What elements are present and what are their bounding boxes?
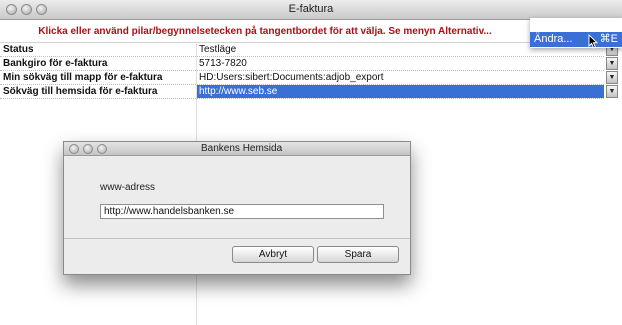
row-value: HD:Users:sibert:Documents:adjob_export [199, 72, 384, 83]
dropdown-button-homepage[interactable]: ▼ [606, 85, 618, 98]
row-value: http://www.seb.se [199, 86, 278, 97]
row-label: Bankgiro för e-faktura [3, 58, 108, 69]
dialog-title: Bankens Hemsida [201, 143, 283, 154]
url-field-label: www-adress [100, 182, 156, 193]
dialog-minimize-button[interactable] [83, 144, 93, 154]
table-row-homepage[interactable]: Sökväg till hemsida för e-faktura http:/… [0, 85, 604, 99]
row-value: Testläge [199, 44, 237, 55]
table-row-folder-path[interactable]: Min sökväg till mapp för e-faktura HD:Us… [0, 71, 604, 85]
dropdown-button-folder-path[interactable]: ▼ [606, 71, 618, 84]
url-input[interactable]: http://www.handelsbanken.se [100, 204, 384, 219]
title-bar: E-faktura [0, 0, 622, 20]
row-value: 5713-7820 [199, 58, 247, 69]
dialog-separator [64, 238, 410, 239]
dialog-zoom-button[interactable] [97, 144, 107, 154]
table-row-bankgiro[interactable]: Bankgiro för e-faktura 5713-7820 [0, 57, 604, 71]
dialog-title-bar: Bankens Hemsida [64, 142, 410, 156]
save-button[interactable]: Spara [317, 246, 399, 263]
triangle-down-icon: ▼ [608, 60, 616, 67]
triangle-down-icon: ▼ [608, 88, 616, 95]
row-label: Sökväg till hemsida för e-faktura [3, 86, 158, 97]
options-popup-menu: Ändra... ⌘E [530, 18, 622, 48]
dialog-close-button[interactable] [69, 144, 79, 154]
window-title: E-faktura [288, 3, 334, 15]
arrow-cursor-icon [588, 34, 598, 49]
row-label: Min sökväg till mapp för e-faktura [3, 72, 163, 83]
dropdown-button-bankgiro[interactable]: ▼ [606, 57, 618, 70]
menu-item-label: Ändra... [534, 33, 573, 45]
instruction-text: Klicka eller använd pilar/begynnelseteck… [0, 20, 530, 43]
triangle-down-icon: ▼ [608, 74, 616, 81]
menu-item-shortcut: ⌘E [599, 33, 618, 45]
cancel-button[interactable]: Avbryt [232, 246, 314, 263]
menu-item-change[interactable]: Ändra... ⌘E [530, 32, 622, 47]
table-row-status[interactable]: Status Testläge [0, 43, 604, 57]
homepage-dialog: Bankens Hemsida www-adress http://www.ha… [63, 141, 411, 275]
row-label: Status [3, 44, 34, 55]
efaktura-window: E-faktura Klicka eller använd pilar/begy… [0, 0, 622, 325]
